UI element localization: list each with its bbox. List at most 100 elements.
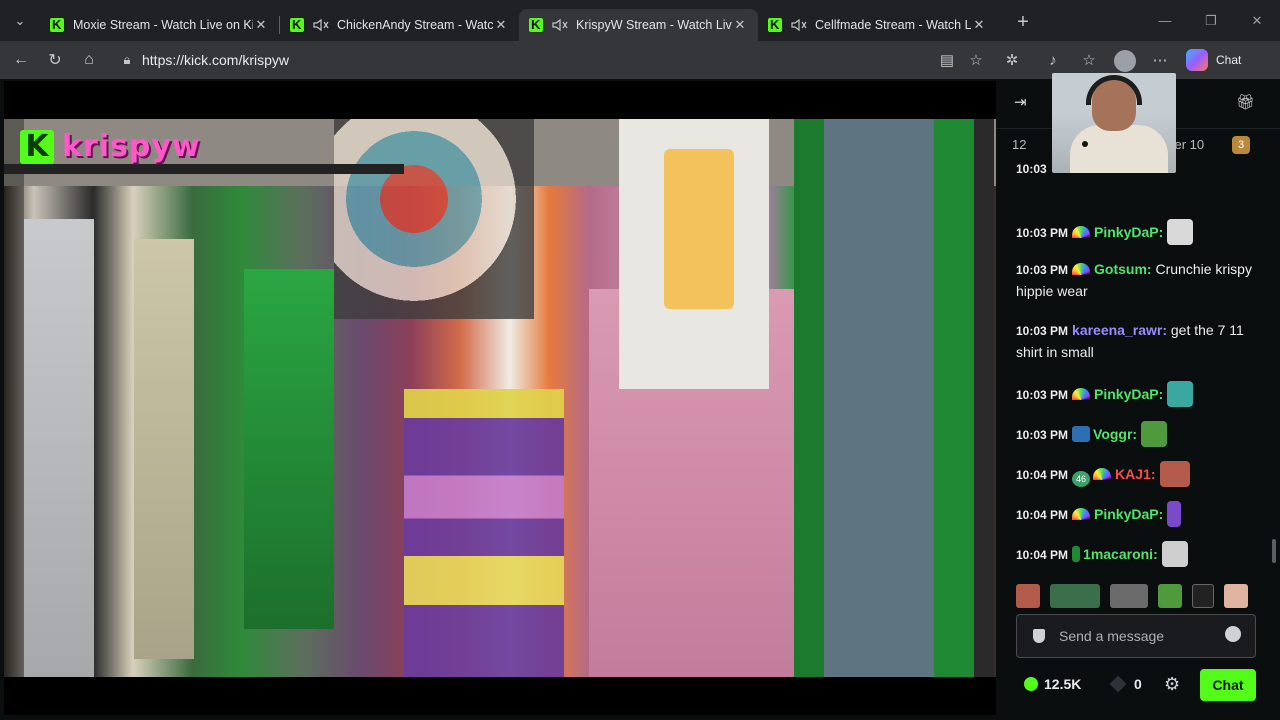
wrench-emote-icon[interactable] (1167, 381, 1194, 407)
copilot-logo-icon (1186, 49, 1208, 71)
subscriber-months-badge: 46 (1072, 471, 1091, 487)
kick-logo-icon: K (20, 129, 54, 164)
w-emote-icon[interactable] (1192, 584, 1214, 608)
url-text: https://kick.com/krispyw (142, 52, 290, 68)
browser-essentials-icon[interactable]: ♪ (1036, 43, 1070, 77)
message-username[interactable]: Gotsum: (1094, 261, 1152, 277)
reload-icon[interactable]: ↻ (38, 43, 72, 77)
minimize-icon[interactable]: — (1142, 0, 1188, 41)
tab-krispyw[interactable]: KrispyW Stream - Watch Live o ✕ (519, 8, 758, 41)
message-username[interactable]: 1macaroni: (1083, 546, 1158, 562)
message-username[interactable]: kareena_rawr: (1072, 322, 1167, 338)
address-bar[interactable]: 🔒︎ https://kick.com/krispyw (112, 45, 992, 75)
rainbow-badge-icon (1072, 388, 1091, 400)
home-icon[interactable]: ⌂ (72, 43, 106, 77)
headphones-shape (1086, 75, 1142, 105)
video-player[interactable]: K krispyw (4, 81, 996, 715)
muted-speaker-icon[interactable] (552, 18, 568, 32)
baby-face-emote-icon[interactable] (1224, 584, 1248, 608)
chat-message-list: 10:03 7 11 shirt 10:03 PMPinkyDaP: 10:03… (1016, 158, 1260, 578)
chat-message-input[interactable] (1059, 623, 1219, 649)
message-username[interactable]: PinkyDaP: (1094, 224, 1163, 240)
video-content-shape (794, 119, 994, 677)
frog-emote-icon[interactable] (1141, 421, 1168, 447)
chat-input-box (1016, 614, 1256, 658)
extensions-puzzle-icon[interactable]: ✲ (995, 43, 1029, 77)
tab-close-icon[interactable]: ✕ (732, 17, 748, 33)
more-options-icon[interactable]: ⋯ (1143, 43, 1177, 77)
webcam-person-shape (1070, 125, 1168, 173)
channel-points[interactable]: 0 (1109, 675, 1142, 693)
message-username[interactable]: KAJ1: (1115, 466, 1155, 482)
tab-close-icon[interactable]: ✕ (253, 17, 269, 33)
message-timestamp: 10:04 PM (1016, 508, 1069, 522)
tab-cellfmade[interactable]: Cellfmade Stream - Watch Live ✕ (758, 9, 997, 41)
cat-emote-icon[interactable] (1161, 541, 1188, 567)
emote-picker-icon[interactable] (1225, 626, 1241, 642)
kick-page: K krispyw ⇥ hat 🎁︎ 12 cer 10 3 10:03 7 1… (0, 73, 1280, 720)
mouse-emote-icon[interactable] (1167, 219, 1194, 245)
message-timestamp: 10:03 (1016, 162, 1047, 176)
gift-icon[interactable]: 🎁︎ (1236, 93, 1255, 111)
lock-icon[interactable]: 🔒︎ (112, 52, 142, 68)
message-username[interactable]: PinkyDaP: (1094, 386, 1163, 402)
subscriber-badge-icon (1072, 426, 1091, 442)
collapse-chat-icon[interactable]: ⇥ (1014, 93, 1027, 111)
message-username[interactable]: Voggr: (1093, 426, 1137, 442)
car-emote-icon[interactable] (1050, 584, 1100, 608)
laughing-face-emote-icon[interactable] (1016, 584, 1040, 608)
chat-message: 10:04 PM PinkyDaP: (1016, 501, 1260, 527)
tab-actions-menu-icon[interactable]: ⌄ (0, 0, 40, 41)
restore-icon[interactable]: ❐ (1188, 0, 1234, 41)
viewers-icon (1024, 677, 1038, 691)
message-timestamp: 10:03 PM (1016, 324, 1069, 338)
chat-message: 10:03 PM Voggr: (1016, 421, 1260, 447)
jet-emote-icon[interactable] (1110, 584, 1148, 608)
tab-close-icon[interactable]: ✕ (971, 17, 987, 33)
rainbow-badge-icon (1093, 468, 1112, 480)
kick-favicon-icon (50, 17, 64, 32)
muted-speaker-icon[interactable] (313, 18, 329, 32)
muted-speaker-icon[interactable] (791, 18, 807, 32)
stream-video-frame[interactable]: K krispyw (4, 119, 996, 677)
message-timestamp: 10:03 PM (1016, 428, 1069, 442)
kick-favicon-icon (529, 17, 543, 32)
chat-panel: ⇥ hat 🎁︎ 12 cer 10 3 10:03 7 11 shirt 10… (996, 73, 1280, 720)
microphone-shape (1082, 141, 1088, 147)
chat-message: 10:03 PM Gotsum: Crunchie krispy hippie w… (1016, 259, 1260, 302)
laughing-face-emote-icon[interactable] (1159, 461, 1190, 487)
shield-icon[interactable] (1033, 629, 1045, 643)
streamer-webcam-overlay (1052, 73, 1176, 173)
message-username[interactable]: PinkyDaP: (1094, 506, 1163, 522)
kick-favicon-icon (290, 17, 304, 32)
tab-moxie[interactable]: Moxie Stream - Watch Live on Kick ✕ (40, 9, 279, 41)
points-value: 0 (1134, 676, 1142, 692)
tab-chickenandy[interactable]: ChickenAndy Stream - Watch ✕ (280, 9, 519, 41)
tab-close-icon[interactable]: ✕ (493, 17, 509, 33)
video-content-shape (664, 149, 734, 309)
copilot-button[interactable]: Chat (1186, 47, 1241, 73)
chat-settings-gear-icon[interactable]: ⚙ (1164, 674, 1180, 695)
chat-message: 10:03 PM PinkyDaP: (1016, 381, 1260, 407)
rainbow-badge-icon (1072, 226, 1091, 238)
profile-avatar[interactable] (1114, 50, 1136, 72)
back-arrow-icon[interactable]: ← (4, 43, 38, 77)
rank-badge: 3 (1232, 136, 1250, 154)
favorite-star-icon[interactable]: ☆ (959, 43, 993, 77)
chat-scrollbar[interactable] (1272, 539, 1276, 563)
kick-favicon-icon (768, 17, 782, 32)
favorites-collection-icon[interactable]: ☆ (1072, 43, 1106, 77)
new-tab-plus-icon[interactable]: + (1005, 7, 1041, 39)
copilot-label: Chat (1216, 53, 1242, 67)
sword-badge-icon (1072, 546, 1081, 562)
message-timestamp: 10:03 PM (1016, 226, 1069, 240)
close-window-icon[interactable]: ✕ (1234, 0, 1280, 41)
viewer-count: 12.5K (1024, 676, 1081, 692)
purple-emote-icon[interactable] (1167, 501, 1182, 527)
message-timestamp: 10:03 PM (1016, 388, 1069, 402)
send-chat-button[interactable]: Chat (1200, 669, 1256, 701)
rainbow-badge-icon (1072, 263, 1091, 275)
frog-emote-icon[interactable] (1158, 584, 1182, 608)
video-content-shape (404, 389, 564, 677)
message-timestamp: 10:04 PM (1016, 468, 1069, 482)
